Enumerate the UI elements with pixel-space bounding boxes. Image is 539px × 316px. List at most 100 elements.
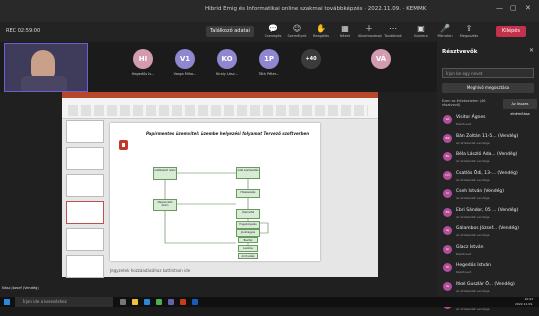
participant-tile[interactable]: HI Hegedűs Is... [130,49,156,76]
list-item[interactable]: CÖ Csatlós Ödi, 13-... (Vendég) Az értekez… [437,168,539,187]
participant-role: Résztvevő [456,251,472,256]
participant-name: Glacz István [456,244,484,250]
edge-icon[interactable] [144,299,150,305]
camera-button[interactable]: ▣ Kamera [410,24,432,38]
close-icon[interactable]: ✕ [525,4,531,12]
apps-button[interactable]: ＋ Alkalmazások [358,24,382,38]
powerpoint-icon[interactable] [180,299,186,305]
list-item[interactable]: BL Béla László Ada... (Vendég) Az értekezl… [437,149,539,168]
slide-title: Papírmentes üzemvitel: üzembe helyezési … [146,131,310,136]
word-icon[interactable] [192,299,198,305]
list-item[interactable]: CI Cseh István (Vendég) Az értekezlet vend… [437,186,539,205]
list-item[interactable]: BZ Bán Zoltán 11-5... (Vendég) Az értekezl… [437,131,539,150]
participant-role: Az értekezlet vendége [456,159,490,163]
close-panel-icon[interactable]: ✕ [529,47,534,54]
avatar: ES [443,207,452,217]
mic-button[interactable]: 🎤 Mikrofon [434,24,456,38]
react-button[interactable]: ✋ Reagálás [310,24,332,38]
start-icon[interactable] [4,299,10,305]
mic-icon: 🎤 [440,24,450,33]
slide-thumbnail[interactable] [66,147,104,170]
flowchart-box: Megrendelő üzem [153,199,177,211]
share-invite-button[interactable]: Meghívó megosztása [442,83,534,93]
participant-role: Az értekezlet vendége [456,307,490,311]
window-title: Hibrid Emig és Informatikai online szakm… [205,6,427,12]
flowchart-box: Adatkezelő üzem [153,167,177,180]
teams-icon[interactable] [168,299,174,305]
participant-role: Az értekezlet vendége [456,233,490,237]
camera-icon: ▣ [417,24,425,33]
participant-name: Gálambos József... (Vendég) [456,226,519,231]
company-logo [119,140,128,150]
avatar: GI [443,244,452,254]
participants-section-label[interactable]: Ezen az értekezleten (46 résztvevő) [442,99,497,107]
participants-panel: Résztvevők ✕ Írjon be egy nevet Meghívó … [437,42,539,311]
invite-search-input[interactable]: Írjon be egy nevet [442,68,534,78]
maximize-icon[interactable]: ▢ [510,4,517,12]
window-title-bar: Hibrid Emig és Informatikai online szakm… [0,0,539,22]
list-item[interactable]: ES Ebri Sándor, 05 ... (Vendég) Az értekez… [437,205,539,224]
chrome-icon[interactable] [156,299,162,305]
recording-indicator: REC 02:59:00 [6,28,41,34]
avatar: BL [443,152,452,161]
participant-tile[interactable]: 1P Tóth Péter... [256,49,282,76]
list-item[interactable]: VÁ Visitor Ágnes Résztvevő [437,112,539,131]
task-view-icon[interactable] [120,299,126,305]
slide-notes[interactable]: Jegyzetek hozzáadásához kattintson ide [110,268,190,273]
people-button[interactable]: ☺ Személyek [286,24,308,38]
flowchart-box: Engedélyezés [236,221,260,229]
slide-thumbnail[interactable] [66,174,104,197]
flowchart-box: Archiválás [238,253,258,259]
slide-thumbnail[interactable] [66,255,104,278]
meeting-info-button[interactable]: Találkozó adatai [206,26,254,37]
more-participants-tile[interactable]: +40 [298,49,324,69]
apps-icon: ＋ [365,24,373,33]
view-button[interactable]: ▦ Nézet [334,24,356,38]
slide-thumbnail[interactable] [66,228,104,251]
list-item[interactable]: HI Hegedűs István Résztvevő [437,260,539,279]
avatar: HI [443,263,452,272]
avatar: 1P [259,49,279,69]
list-item[interactable]: GI Glacz István Résztvevő [437,242,539,261]
flowchart-box: Hibakezelés [236,189,260,198]
participant-name: Béla László Ada... (Vendég) [456,152,518,157]
slide-canvas: Papírmentes üzemvitel: üzembe helyezési … [110,123,320,261]
participant-name: Bán Zoltán 11-5... (Vendég) [456,133,519,139]
participant-tile[interactable]: VÁ [368,49,394,69]
participant-tile[interactable]: V1 Varga Miha... [172,49,198,76]
chat-button[interactable]: 💬 Csevegés [262,24,284,38]
flowchart-connectors [164,172,269,245]
leave-button[interactable]: Kilépés [496,26,526,37]
participant-name: Tóth Péter... [258,72,280,76]
mute-all-button[interactable]: Az összes elnémítása [503,99,537,116]
speaker-video[interactable] [4,43,88,92]
ppt-ribbon [62,98,378,119]
avatar: CI [443,189,452,198]
avatar: GJ [443,226,452,235]
avatar: KO [217,49,237,69]
avatar: VÁ [371,49,391,69]
flowchart-box: Üzemvitel [236,209,260,219]
slide-thumbnail[interactable] [66,120,104,143]
participant-name: Visitor Ágnes [456,115,486,120]
participant-name: Cseh István (Vendég) [456,189,505,194]
avatar: V1 [175,49,195,69]
avatar: BZ [443,133,452,143]
taskbar-search-input[interactable]: Írjon ide a kereséshez [15,297,113,307]
file-explorer-icon[interactable] [132,299,138,305]
participant-role: Az értekezlet vendége [456,140,490,145]
slide-thumbnail-selected[interactable] [66,201,104,224]
minimize-icon[interactable]: — [496,4,503,12]
share-button[interactable]: ⇪ Megosztás [458,24,480,38]
meeting-toolbar: REC 02:59:00 Találkozó adatai 💬 Csevegés … [0,22,539,42]
list-item[interactable]: GJ Gálambos József... (Vendég) Az értekezl… [437,223,539,242]
list-item[interactable]: IG Itkel Guszlár Ö... (Vendég) Az értekezl… [437,279,539,298]
participant-tile[interactable]: KO Kiraly Lász... [214,49,240,76]
avatar: VÁ [443,115,452,124]
participant-role: Résztvevő [456,270,472,274]
overflow-count: +40 [301,49,321,69]
more-button[interactable]: ⋯ Továbbiak [382,24,404,38]
view-icon: ▦ [341,24,349,33]
taskbar-clock: 10:02 2022.11.09. [515,297,534,306]
participant-name: Kiraly Lász... [215,72,239,76]
